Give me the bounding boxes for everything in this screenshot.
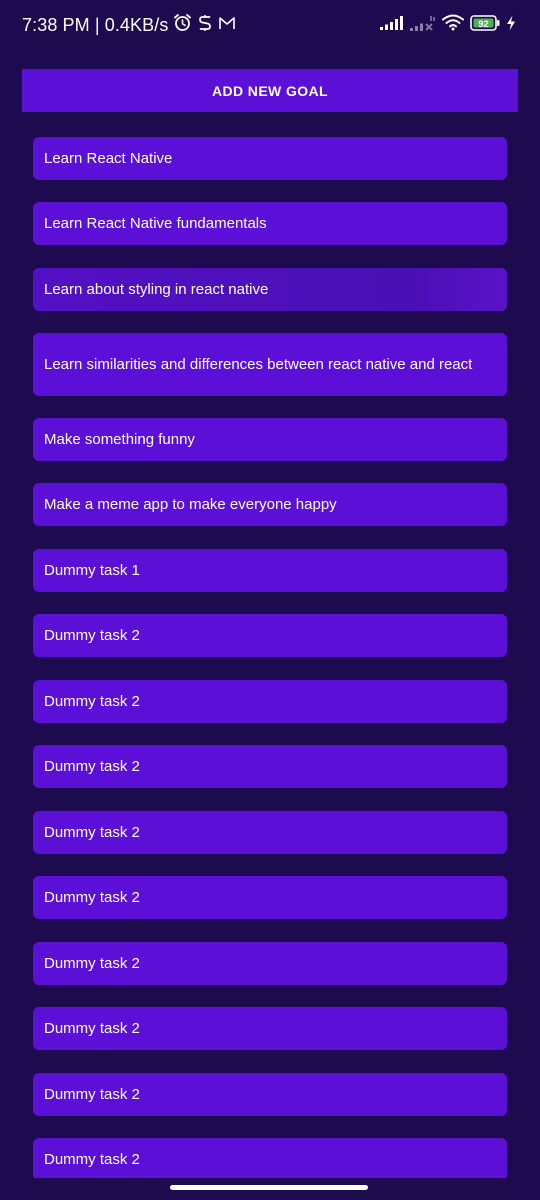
goal-item-text: Learn React Native fundamentals [44, 215, 267, 232]
goal-item[interactable]: Learn React Native fundamentals [33, 202, 507, 245]
goal-item[interactable]: Learn similarities and differences betwe… [33, 333, 507, 396]
status-time: 7:38 PM | 0.4KB/s [22, 14, 169, 35]
status-left: 7:38 PM | 0.4KB/s [22, 13, 236, 37]
goal-item-text: Learn similarities and differences betwe… [44, 356, 473, 373]
goal-item-text: Learn about styling in react native [44, 281, 269, 298]
goal-item[interactable]: Dummy task 2 [33, 1138, 507, 1178]
goal-item-text: Dummy task 2 [44, 627, 140, 644]
goal-item-text: Dummy task 2 [44, 693, 140, 710]
status-right: 92 [380, 14, 516, 36]
goal-item-text: Dummy task 2 [44, 1020, 140, 1037]
goal-item-text: Dummy task 2 [44, 889, 140, 906]
goal-item[interactable]: Dummy task 2 [33, 942, 507, 985]
goal-item[interactable]: Learn React Native [33, 137, 507, 180]
charging-icon [506, 15, 516, 36]
goal-item-text: Make a meme app to make everyone happy [44, 496, 337, 513]
goal-item[interactable]: Dummy task 2 [33, 876, 507, 919]
goal-item[interactable]: Make something funny [33, 418, 507, 461]
battery-icon: 92 [470, 14, 500, 36]
goal-item[interactable]: Dummy task 2 [33, 680, 507, 723]
goal-item-text: Dummy task 2 [44, 1151, 140, 1168]
goal-item[interactable]: Dummy task 1 [33, 549, 507, 592]
wifi-icon [442, 14, 464, 36]
goal-list[interactable]: Learn React Native Learn React Native fu… [33, 137, 507, 1178]
battery-level: 92 [478, 18, 489, 29]
goal-item[interactable]: Dummy task 2 [33, 614, 507, 657]
s-app-icon [197, 14, 213, 37]
goal-item-text: Dummy task 1 [44, 562, 140, 579]
home-indicator[interactable] [170, 1185, 368, 1190]
goal-item-text: Learn React Native [44, 150, 173, 167]
goal-item[interactable]: Dummy task 2 [33, 811, 507, 854]
goal-item[interactable]: Learn about styling in react native [33, 268, 507, 311]
alarm-icon [173, 13, 192, 37]
signal-icon [380, 15, 404, 35]
goal-item[interactable]: Dummy task 2 [33, 745, 507, 788]
status-bar: 7:38 PM | 0.4KB/s 92 [0, 0, 540, 50]
goal-item[interactable]: Dummy task 2 [33, 1073, 507, 1116]
add-new-goal-label: ADD NEW GOAL [211, 82, 328, 99]
goal-item-text: Make something funny [44, 431, 195, 448]
signal-no-service-icon [410, 15, 436, 36]
goal-item-text: Dummy task 2 [44, 824, 140, 841]
add-new-goal-button[interactable]: ADD NEW GOAL [22, 69, 518, 112]
goal-item[interactable]: Make a meme app to make everyone happy [33, 483, 507, 526]
goal-item-text: Dummy task 2 [44, 758, 140, 775]
goal-item[interactable]: Dummy task 2 [33, 1007, 507, 1050]
goal-item-text: Dummy task 2 [44, 1086, 140, 1103]
gmail-icon [218, 15, 236, 36]
goal-item-text: Dummy task 2 [44, 955, 140, 972]
